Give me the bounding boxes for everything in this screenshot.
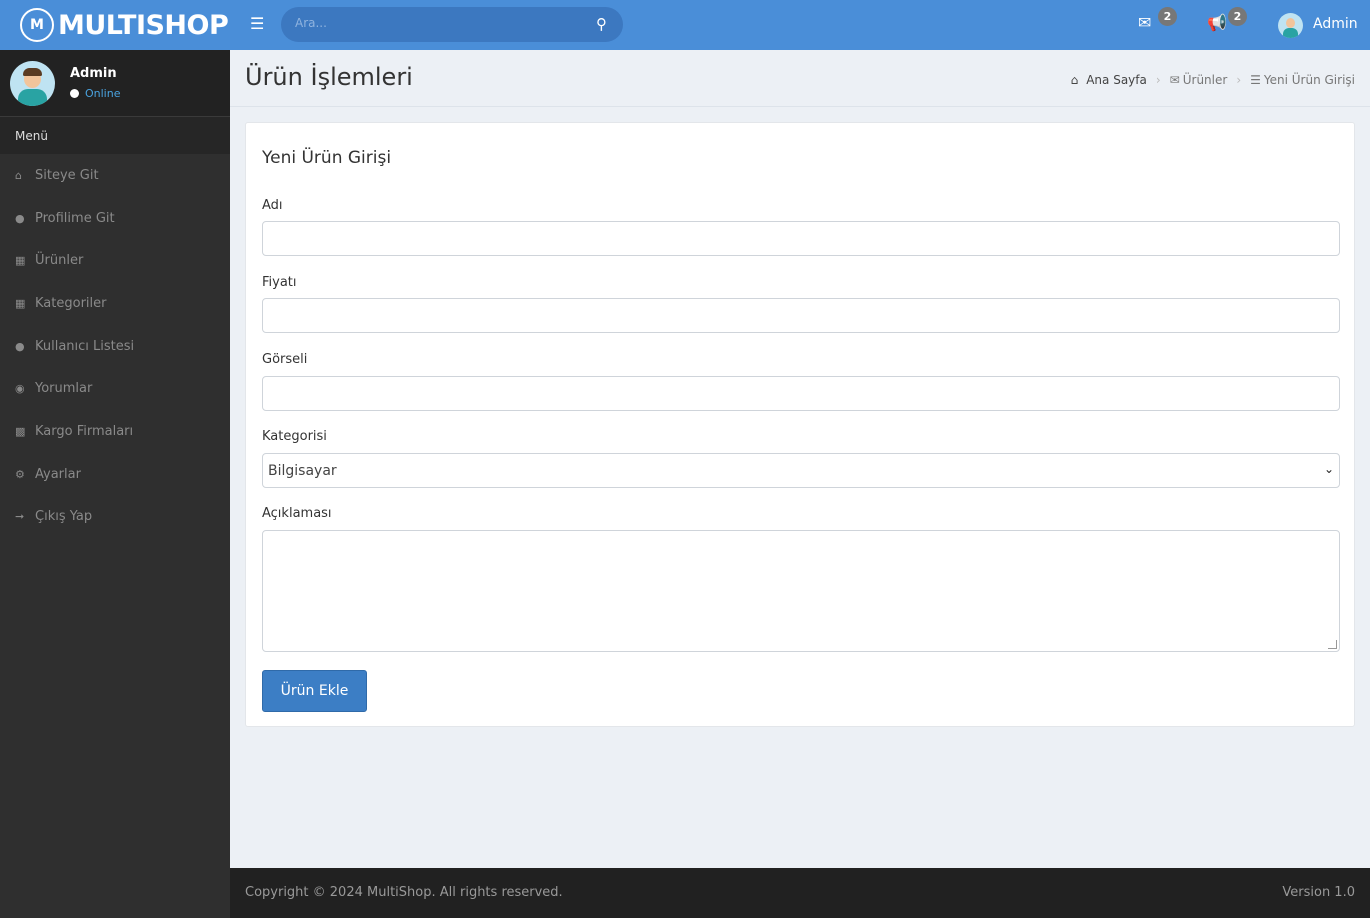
price-field[interactable] <box>263 299 1339 332</box>
menu-toggle-icon[interactable]: ☰ <box>250 14 264 33</box>
name-field-wrapper <box>262 221 1340 256</box>
topbar-user-name[interactable]: Admin <box>1313 16 1358 32</box>
category-selected-value: Bilgisayar <box>268 463 337 479</box>
sidebar-item-label: Kategoriler <box>35 295 107 311</box>
sidebar-item-label: Kargo Firmaları <box>35 423 134 439</box>
home-icon: ⌂ <box>1070 73 1079 87</box>
resize-handle-icon[interactable] <box>1328 640 1337 649</box>
name-label: Adı <box>262 198 283 213</box>
messages-badge: 2 <box>1158 7 1177 26</box>
topbar: ☰ ⚲ ✉ 2 📢 2 Admin <box>230 0 1370 50</box>
price-field-wrapper <box>262 298 1340 333</box>
home-icon: ⌂ <box>15 168 22 182</box>
breadcrumb-current: Yeni Ürün Girişi <box>1263 73 1355 87</box>
form-title: Yeni Ürün Girişi <box>262 148 392 168</box>
breadcrumb-home[interactable]: Ana Sayfa <box>1086 73 1147 87</box>
sidebar-item-users[interactable]: ● Kullanıcı Listesi <box>0 325 230 368</box>
avatar <box>10 60 55 106</box>
copyright-text: Copyright © 2024 MultiShop. All rights r… <box>245 885 563 900</box>
sidebar-item-site[interactable]: ⌂ Siteye Git <box>0 154 230 197</box>
image-field-wrapper <box>262 376 1340 411</box>
sidebar-item-settings[interactable]: ⚙ Ayarlar <box>0 453 230 496</box>
envelope-icon: ✉ <box>1169 73 1180 87</box>
product-form-card: Yeni Ürün Girişi Adı Fiyatı Görseli Kate… <box>245 122 1355 727</box>
price-label: Fiyatı <box>262 275 297 290</box>
chevron-down-icon: ⌄ <box>1323 462 1334 476</box>
sidebar-item-label: Ayarlar <box>35 466 81 482</box>
user-name: Admin <box>70 66 117 81</box>
breadcrumb: ⌂ Ana Sayfa › ✉ Ürünler › ☰ Yeni Ürün Gi… <box>1070 73 1355 87</box>
truck-icon: ▩ <box>15 424 26 438</box>
add-product-button[interactable]: Ürün Ekle <box>262 670 367 712</box>
description-field[interactable] <box>263 531 1339 651</box>
brand-logo[interactable]: M MULTISHOP <box>0 0 230 50</box>
breadcrumb-products[interactable]: Ürünler <box>1183 73 1228 87</box>
sidebar-item-label: Yorumlar <box>35 381 93 397</box>
topbar-avatar[interactable] <box>1278 13 1303 38</box>
user-status: Online <box>70 87 120 100</box>
menu-header: Menü <box>0 116 230 154</box>
sidebar-item-label: Ürünler <box>35 253 84 269</box>
sidebar-item-comments[interactable]: ◉ Yorumlar <box>0 367 230 410</box>
envelope-icon[interactable]: ✉ <box>1138 13 1151 32</box>
image-label: Görseli <box>262 352 308 367</box>
search-icon[interactable]: ⚲ <box>596 15 607 33</box>
list-icon: ☰ <box>1250 73 1261 87</box>
gear-icon: ⚙ <box>15 467 25 481</box>
sidebar-item-shipping[interactable]: ▩ Kargo Firmaları <box>0 410 230 453</box>
notifications-badge: 2 <box>1228 7 1247 26</box>
user-status-label: Online <box>85 87 121 100</box>
description-field-wrapper <box>262 530 1340 652</box>
grid-icon: ▦ <box>15 296 26 310</box>
sidebar-item-profile[interactable]: ● Profilime Git <box>0 197 230 240</box>
user-icon: ● <box>15 211 25 225</box>
online-dot-icon <box>70 89 79 98</box>
page-title: Ürün İşlemleri <box>245 63 413 91</box>
category-label: Kategorisi <box>262 429 327 444</box>
user-panel: Admin Online <box>0 50 230 116</box>
category-select[interactable]: Bilgisayar ⌄ <box>262 453 1340 488</box>
sidebar-item-logout[interactable]: ➞ Çıkış Yap <box>0 496 230 539</box>
sidebar: M MULTISHOP Admin Online Menü ⌂ Siteye G… <box>0 0 230 918</box>
search-box: ⚲ <box>281 7 623 42</box>
name-field[interactable] <box>263 222 1339 255</box>
brand-name: MULTISHOP <box>58 9 229 41</box>
sidebar-item-label: Çıkış Yap <box>35 509 93 525</box>
search-input[interactable] <box>295 16 575 30</box>
image-field[interactable] <box>263 377 1339 410</box>
sidebar-item-label: Profilime Git <box>35 210 115 226</box>
cart-logo-icon: M <box>20 8 54 42</box>
sidebar-item-label: Siteye Git <box>35 167 99 183</box>
content-header: Ürün İşlemleri ⌂ Ana Sayfa › ✉ Ürünler ›… <box>230 50 1370 107</box>
bullhorn-icon[interactable]: 📢 <box>1207 13 1227 32</box>
version-text: Version 1.0 <box>1282 885 1355 900</box>
description-label: Açıklaması <box>262 506 332 521</box>
users-icon: ● <box>15 339 25 353</box>
comments-icon: ◉ <box>15 382 25 396</box>
sidebar-item-categories[interactable]: ▦ Kategoriler <box>0 282 230 325</box>
footer: Copyright © 2024 MultiShop. All rights r… <box>230 868 1370 918</box>
sidebar-item-products[interactable]: ▦ Ürünler <box>0 239 230 282</box>
sidebar-item-label: Kullanıcı Listesi <box>35 338 135 354</box>
grid-icon: ▦ <box>15 254 26 268</box>
sign-out-icon: ➞ <box>15 510 25 524</box>
